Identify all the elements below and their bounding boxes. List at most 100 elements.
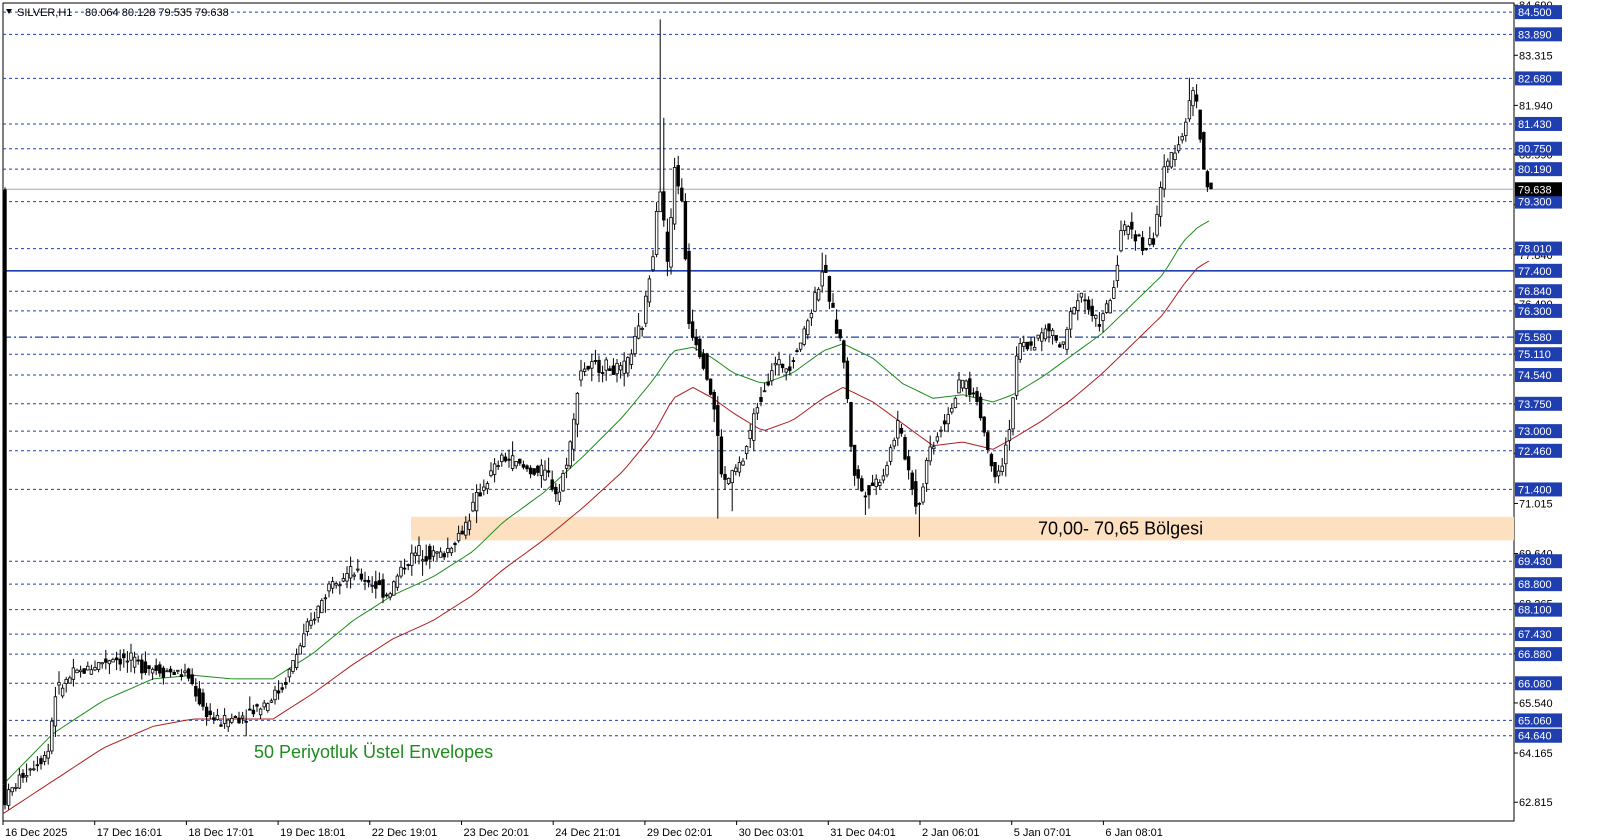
candle (849, 401, 853, 452)
level-label: 81.430 (1515, 116, 1562, 131)
candle (669, 208, 673, 275)
level-label-text: 67.430 (1518, 629, 1552, 641)
candle (978, 392, 983, 421)
current-price-label: 79.638 (1515, 182, 1562, 197)
y-tick-label: 81.940 (1519, 100, 1553, 112)
key-level-label: 77.400 (1515, 263, 1562, 278)
candle (1209, 182, 1213, 190)
level-label: 78.010 (1515, 241, 1562, 256)
candle (705, 352, 709, 381)
level-label: 65.060 (1515, 713, 1562, 728)
level-label-text: 76.840 (1518, 286, 1552, 298)
level-label-text: 79.638 (1518, 184, 1552, 196)
level-label: 82.680 (1515, 71, 1562, 86)
candle (672, 157, 677, 230)
y-tick-label: 83.315 (1519, 50, 1553, 62)
candle (1072, 306, 1076, 315)
candle (1108, 298, 1112, 314)
level-label-text: 76.300 (1518, 306, 1552, 318)
candle (802, 326, 806, 347)
level-label-text: 80.190 (1518, 164, 1552, 176)
level-label: 80.750 (1515, 141, 1562, 156)
candle (687, 243, 691, 330)
level-label: 68.800 (1515, 577, 1562, 592)
zone-annotation: 70,00- 70,65 Bölgesi (1038, 519, 1203, 539)
dashdot-level-label: 75.580 (1515, 330, 1562, 345)
level-label-text: 73.750 (1518, 399, 1552, 411)
level-label: 84.500 (1515, 5, 1562, 20)
level-label-text: 68.800 (1518, 579, 1552, 591)
level-label: 76.840 (1515, 284, 1562, 299)
ohlc-readout: 80.064 80.128 79.535 79.638 (85, 7, 229, 19)
candle (708, 378, 713, 396)
level-label: 66.880 (1515, 647, 1562, 662)
indicator-annotation: 50 Periyotluk Üstel Envelopes (254, 742, 493, 762)
level-label: 73.750 (1515, 396, 1562, 411)
support-zone[interactable] (411, 516, 1514, 541)
level-label: 71.400 (1515, 482, 1562, 497)
candle (3, 187, 7, 810)
x-tick-label: 6 Jan 08:01 (1105, 827, 1163, 839)
level-label: 69.430 (1515, 554, 1562, 569)
x-tick-label: 31 Dec 04:01 (830, 827, 895, 839)
level-label-text: 75.110 (1518, 349, 1551, 361)
level-label-text: 77.400 (1518, 266, 1552, 278)
level-label-text: 73.000 (1518, 426, 1552, 438)
level-label-text: 78.010 (1518, 244, 1552, 256)
candle (647, 275, 652, 308)
level-label-text: 83.890 (1518, 29, 1552, 41)
candle (903, 434, 907, 461)
x-tick-label: 30 Dec 03:01 (739, 827, 804, 839)
candle (82, 668, 86, 674)
level-label: 73.000 (1515, 424, 1562, 439)
level-label: 79.300 (1515, 194, 1562, 209)
level-label: 66.080 (1515, 676, 1562, 691)
y-tick-label: 64.165 (1519, 748, 1553, 760)
candle (726, 477, 731, 486)
candle (816, 287, 821, 302)
level-label-text: 80.750 (1518, 144, 1552, 156)
candle (568, 440, 572, 469)
level-label: 76.300 (1515, 303, 1562, 318)
level-label: 75.110 (1515, 347, 1562, 362)
level-label-text: 71.400 (1518, 484, 1552, 496)
level-label-text: 64.640 (1518, 731, 1552, 743)
chart-window[interactable]: 84.69083.31581.94080.59079.21577.84076.4… (0, 0, 1614, 840)
level-label: 67.430 (1515, 627, 1562, 642)
candle (1198, 109, 1202, 143)
level-label-text: 65.060 (1518, 715, 1552, 727)
chart-header: SILVER,H1 80.064 80.128 79.535 79.638 (6, 7, 229, 19)
candle (1065, 326, 1069, 354)
x-tick-label: 16 Dec 2025 (5, 827, 67, 839)
level-label-text: 81.430 (1518, 119, 1552, 131)
symbol-label: SILVER,H1 (17, 7, 72, 19)
x-tick-label: 29 Dec 02:01 (647, 827, 712, 839)
level-label-text: 74.540 (1518, 370, 1552, 382)
candle (1202, 131, 1206, 170)
x-tick-label: 5 Jan 07:01 (1014, 827, 1071, 839)
level-label-text: 68.100 (1518, 605, 1552, 617)
level-label: 72.460 (1515, 443, 1562, 458)
y-tick-label: 65.540 (1519, 698, 1553, 710)
level-label-text: 72.460 (1518, 446, 1552, 458)
level-label: 74.540 (1515, 368, 1562, 383)
price-chart[interactable]: 84.69083.31581.94080.59079.21577.84076.4… (0, 0, 1614, 840)
candle (683, 193, 688, 261)
x-tick-label: 18 Dec 17:01 (188, 827, 253, 839)
level-label-text: 69.430 (1518, 556, 1552, 568)
x-tick-label: 23 Dec 20:01 (464, 827, 529, 839)
time-axis: 16 Dec 2025 17 Dec 16:01 18 Dec 17:01 19 De… (2, 821, 1163, 839)
level-label: 83.890 (1515, 27, 1562, 42)
x-tick-label: 17 Dec 16:01 (97, 827, 162, 839)
x-tick-label: 2 Jan 06:01 (922, 827, 980, 839)
level-label-text: 79.300 (1518, 197, 1552, 209)
x-tick-label: 24 Dec 21:01 (555, 827, 620, 839)
candle (320, 598, 324, 614)
candle (845, 357, 850, 403)
x-tick-label: 22 Dec 19:01 (372, 827, 437, 839)
price-axis: 84.69083.31581.94080.59079.21577.84076.4… (1514, 0, 1562, 809)
candle (561, 470, 565, 493)
candle (1169, 152, 1174, 169)
candle (698, 335, 702, 359)
level-label-text: 66.080 (1518, 678, 1552, 690)
